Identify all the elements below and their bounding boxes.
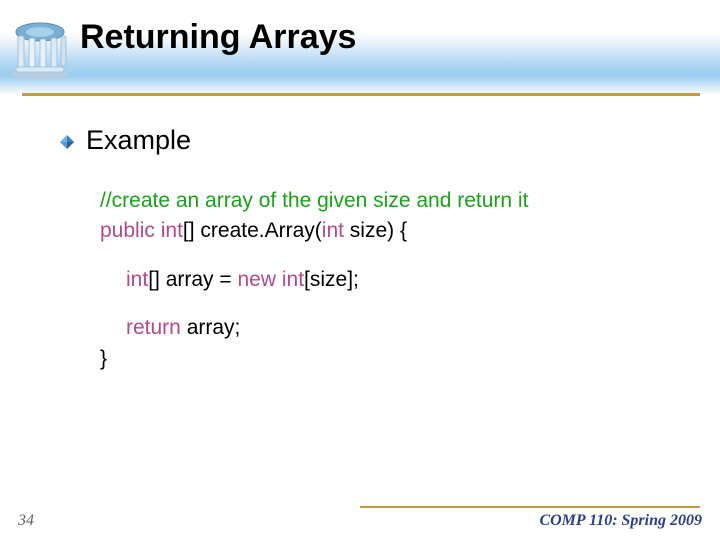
bullet-text: Example: [86, 125, 191, 156]
kw-int: int: [282, 268, 304, 291]
code-blank-line: [100, 295, 680, 313]
footer-divider: [360, 506, 700, 508]
code-comment: //create an array of the given size and …: [100, 189, 528, 212]
kw-int: int: [126, 268, 148, 291]
slide-title: Returning Arrays: [80, 18, 356, 57]
kw-int: int: [161, 219, 183, 242]
logo-icon: [6, 18, 74, 80]
code-text: [] array =: [148, 268, 237, 291]
kw-public: public: [100, 219, 155, 242]
code-block: //create an array of the given size and …: [100, 186, 680, 374]
slide: Returning Arrays Example //create an arr…: [0, 0, 720, 540]
code-return-line: return array;: [126, 313, 680, 343]
page-number: 34: [18, 512, 34, 530]
code-blank-line: [100, 247, 680, 265]
code-signature-line: public int[] create.Array(int size) {: [100, 216, 680, 246]
code-text: size) {: [344, 219, 407, 242]
footer-text: COMP 110: Spring 2009: [539, 512, 702, 530]
code-comment-line: //create an array of the given size and …: [100, 186, 680, 216]
bullet-row: Example: [60, 125, 680, 156]
code-text: array;: [181, 316, 241, 339]
code-text: [size];: [304, 268, 359, 291]
content-area: Example //create an array of the given s…: [60, 125, 680, 374]
title-divider: [22, 93, 700, 96]
diamond-bullet-icon: [60, 135, 74, 154]
kw-return: return: [126, 316, 181, 339]
kw-new: new: [237, 268, 276, 291]
kw-int: int: [322, 219, 344, 242]
code-text: [] create.Array(: [183, 219, 322, 242]
code-decl-line: int[] array = new int[size];: [126, 265, 680, 295]
code-close-brace: }: [100, 344, 680, 374]
